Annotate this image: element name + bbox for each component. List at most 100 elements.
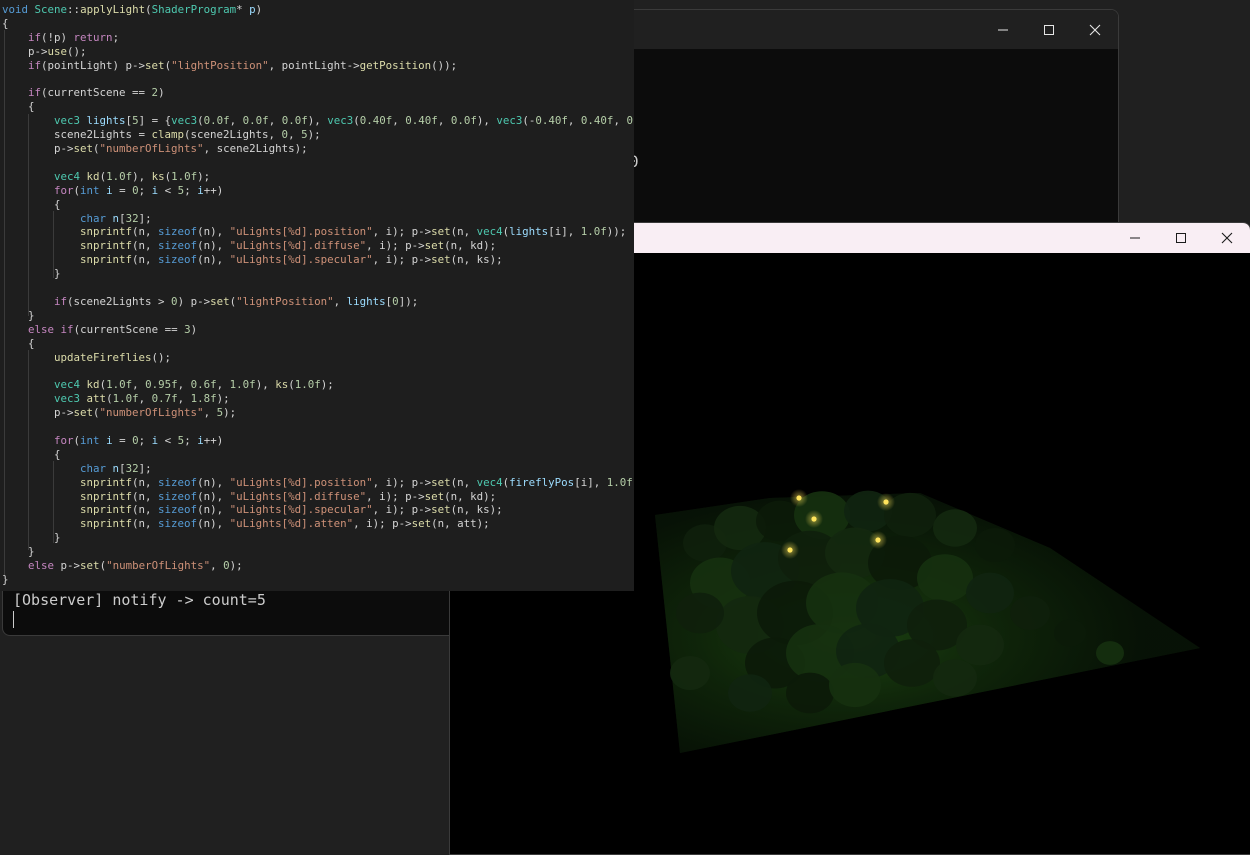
code-token: ) <box>255 3 263 16</box>
code-token: set <box>80 559 100 572</box>
firefly <box>811 516 817 522</box>
code-token: (!p) <box>41 30 74 44</box>
code-token: 0.0f <box>281 114 308 128</box>
code-token: } <box>2 531 61 545</box>
code-token: ); <box>216 392 230 406</box>
code-token: lights <box>509 225 549 239</box>
code-token: 1.0f <box>112 392 139 406</box>
code-token: "uLights[%d].position" <box>229 225 373 239</box>
code-token: , i); p-> <box>353 517 412 531</box>
code-token: if <box>54 294 68 308</box>
code-token: if <box>28 58 42 72</box>
close-icon[interactable] <box>1072 10 1118 49</box>
code-token: , <box>333 294 347 308</box>
code-token: if <box>28 30 42 44</box>
code-line: snprintf(n, sizeof(n), "uLights[%d].atte… <box>2 517 490 531</box>
minimize-icon[interactable] <box>980 10 1026 49</box>
code-token: ), <box>307 114 328 128</box>
code-editor[interactable]: void Scene::applyLight(ShaderProgram* p)… <box>0 0 634 591</box>
code-token: "uLights[%d].specular" <box>229 253 373 267</box>
code-token: use <box>47 44 68 58</box>
code-token: ; <box>138 183 152 197</box>
code-token: = <box>112 183 133 197</box>
code-token: { <box>2 336 35 350</box>
code-token: for <box>54 183 74 197</box>
code-token: 0.6f <box>190 378 217 392</box>
minimize-icon[interactable] <box>1112 223 1158 253</box>
code-token: } <box>2 308 35 322</box>
code-token: < <box>158 183 178 197</box>
code-token: return <box>73 30 113 44</box>
tree-crown <box>1096 641 1124 665</box>
code-line: updateFireflies(); <box>2 351 171 365</box>
code-token: kd <box>86 169 100 183</box>
code-token: set <box>431 253 451 267</box>
code-token: vec4 <box>54 169 81 183</box>
firefly <box>875 537 881 543</box>
tree-crown <box>966 572 1014 614</box>
code-token: , i); p-> <box>372 253 432 267</box>
code-token: 0.0f <box>450 114 477 128</box>
code-token: sizeof <box>158 239 198 253</box>
code-line: snprintf(n, sizeof(n), "uLights[%d].spec… <box>2 253 503 267</box>
code-token: , <box>437 114 451 128</box>
code-line: for(int i = 0; i < 5; i++) <box>2 434 223 448</box>
tree-crown <box>1054 619 1086 647</box>
back-window-controls <box>980 10 1118 49</box>
code-token: snprintf <box>80 517 133 531</box>
code-token: 1.0f <box>106 378 133 392</box>
code-token: 32 <box>125 211 139 225</box>
tree-crown <box>975 528 1015 562</box>
code-token: (n), <box>197 503 230 517</box>
code-token: (); <box>151 350 172 364</box>
code-token: ]; <box>138 211 152 225</box>
code-token: getPosition <box>359 58 432 72</box>
tree-crown <box>829 662 881 708</box>
code-line: snprintf(n, sizeof(n), "uLights[%d].diff… <box>2 239 496 253</box>
text-cursor <box>13 611 14 628</box>
maximize-icon[interactable] <box>1158 223 1204 253</box>
code-token: p-> <box>2 142 74 155</box>
code-token: * <box>236 3 250 16</box>
code-token: , <box>203 406 217 420</box>
tree-crown <box>670 656 710 690</box>
code-token: 1.0f <box>171 169 198 183</box>
code-token: set <box>431 225 451 239</box>
close-icon[interactable] <box>1204 223 1250 253</box>
code-token: vec3 <box>327 114 354 128</box>
code-line: else p->set("numberOfLights", 0); <box>2 559 243 573</box>
maximize-icon[interactable] <box>1026 10 1072 49</box>
render-window-controls <box>1112 223 1250 253</box>
code-token: )); <box>606 225 627 239</box>
code-token: , <box>138 392 152 406</box>
tree-crown <box>786 672 834 714</box>
code-token: , <box>392 114 406 128</box>
code-line: snprintf(n, sizeof(n), "uLights[%d].posi… <box>2 225 626 239</box>
code-token: scene2Lights = <box>2 128 152 142</box>
code-token: (n), <box>197 517 230 531</box>
code-token: (n), <box>197 239 230 253</box>
code-line: vec4 kd(1.0f, 0.95f, 0.6f, 1.0f), ks(1.0… <box>2 378 334 392</box>
code-token: ); <box>223 406 237 420</box>
code-token: ); <box>320 378 334 392</box>
code-token: vec3 <box>54 392 81 406</box>
code-token: , i); p-> <box>366 489 425 503</box>
console-output-line: [Observer] notify -> count=5 <box>13 591 266 609</box>
code-token: } <box>2 267 61 281</box>
code-token: 1.0f <box>606 475 633 489</box>
code-token: ; <box>184 183 198 197</box>
back-window-titlebar[interactable] <box>605 10 1118 49</box>
code-token: 0.40f <box>405 114 438 128</box>
code-token: 0.40f <box>580 114 614 128</box>
code-line: } <box>2 267 61 281</box>
